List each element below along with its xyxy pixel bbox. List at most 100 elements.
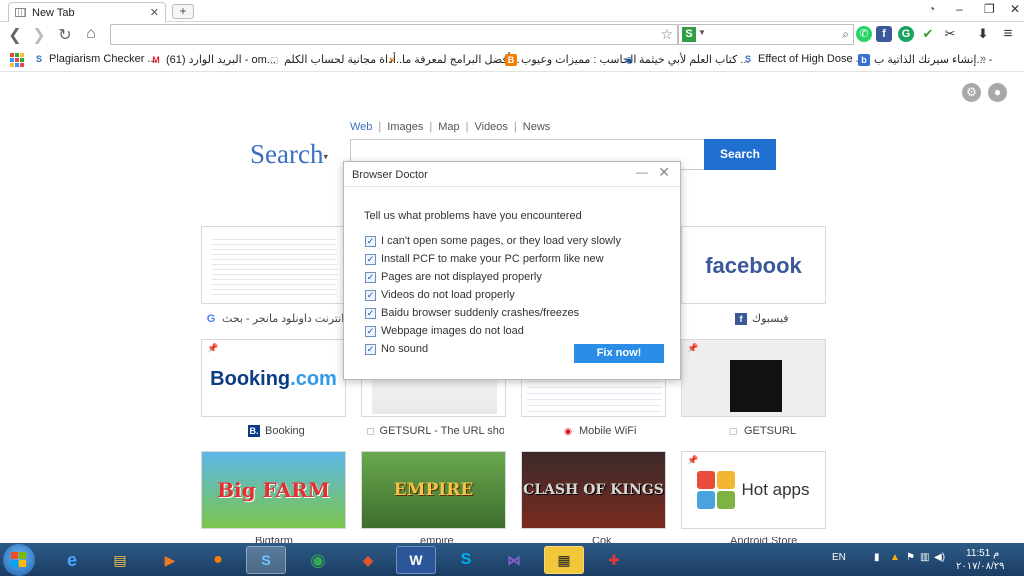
menu-icon[interactable]: ≡ bbox=[1000, 26, 1016, 42]
search-engine-icon[interactable]: S bbox=[682, 27, 696, 42]
search-logo[interactable]: Search▾ bbox=[250, 139, 328, 170]
checkbox[interactable]: ✓ bbox=[365, 289, 376, 301]
bookmark-item[interactable]: S Plagiarism Checker ... bbox=[33, 53, 157, 65]
internet-explorer-icon[interactable]: e bbox=[52, 546, 92, 574]
tab-news[interactable]: News bbox=[523, 121, 551, 133]
battery-icon[interactable]: ▮ bbox=[874, 552, 880, 563]
speed-dial-tile[interactable]: EMPIRE bbox=[361, 451, 506, 529]
tray-app-icon[interactable]: ▲ bbox=[890, 552, 900, 563]
app-icon[interactable]: ◆ bbox=[348, 546, 388, 574]
chevron-down-icon[interactable]: ▼ bbox=[698, 28, 706, 37]
forward-button[interactable]: ❯ bbox=[30, 25, 48, 45]
search-button[interactable]: Search bbox=[704, 139, 776, 170]
user-account-icon[interactable]: ● bbox=[988, 83, 1007, 102]
tab-images[interactable]: Images bbox=[387, 121, 423, 133]
chrome-icon[interactable]: ◉ bbox=[298, 546, 338, 574]
close-window-button[interactable]: ✕ bbox=[1010, 2, 1020, 16]
skype-icon[interactable]: S bbox=[446, 546, 486, 574]
checkmark-extension-icon[interactable]: ✔ bbox=[920, 26, 936, 42]
restore-window-button[interactable]: ❐ bbox=[984, 2, 995, 16]
checkbox[interactable]: ✓ bbox=[365, 235, 376, 247]
problem-option[interactable]: ✓ Pages are not displayed properly bbox=[365, 271, 542, 283]
speed-dial-tile[interactable]: facebook bbox=[681, 226, 826, 304]
settings-gear-icon[interactable]: ⚙ bbox=[962, 83, 981, 102]
file-explorer-icon[interactable]: ▤ bbox=[100, 546, 140, 574]
title-bar: New Tab ✕ + ‒ ❐ ✕ ◔ bbox=[0, 0, 1024, 22]
download-icon[interactable]: ⬇ bbox=[975, 26, 991, 42]
back-button[interactable]: ❮ bbox=[6, 25, 24, 45]
search-icon[interactable]: ⌕ bbox=[842, 27, 849, 42]
chevron-down-icon[interactable]: ▾ bbox=[323, 151, 328, 161]
tab-map[interactable]: Map bbox=[438, 121, 459, 133]
word-icon[interactable]: W bbox=[396, 546, 436, 574]
problem-option[interactable]: ✓ Install PCF to make your PC perform li… bbox=[365, 253, 604, 265]
whatsapp-icon[interactable]: ✆ bbox=[856, 26, 872, 42]
problem-option[interactable]: ✓ Webpage images do not load bbox=[365, 325, 524, 337]
home-button[interactable]: ⌂ bbox=[82, 25, 100, 43]
address-bar[interactable]: ☆ bbox=[110, 24, 678, 45]
close-icon[interactable]: ✕ bbox=[658, 164, 670, 181]
problem-option[interactable]: ✓ No sound bbox=[365, 343, 428, 355]
profile-icon[interactable]: ◔ bbox=[928, 2, 935, 16]
baidu-browser-icon[interactable]: S bbox=[246, 546, 286, 574]
tile-caption[interactable]: ▢ GETSURL - The URL shorten... bbox=[366, 425, 504, 437]
checkbox[interactable]: ✓ bbox=[365, 253, 376, 265]
speed-dial-tile[interactable]: 📌 bbox=[681, 339, 826, 417]
clock-time[interactable]: 11:51 م bbox=[966, 548, 999, 559]
search-type-tabs: Web | Images | Map | Videos | News bbox=[350, 121, 551, 133]
problem-option[interactable]: ✓ Videos do not load properly bbox=[365, 289, 515, 301]
scissors-icon[interactable]: ✂ bbox=[942, 26, 958, 42]
bookmark-item[interactable]: ✕ أفضل البرامج لمعرفة ما... bbox=[386, 53, 520, 66]
tab-videos[interactable]: Videos bbox=[474, 121, 507, 133]
clock-date[interactable]: ٢٠١٧/٠٨/٢٩ bbox=[956, 561, 1005, 572]
health-app-icon[interactable]: ✚ bbox=[594, 546, 634, 574]
speed-dial-tile[interactable]: 📌 Booking.com bbox=[201, 339, 346, 417]
bookmark-item[interactable]: S Effect of High Dose ... bbox=[742, 53, 865, 65]
speed-dial-tile[interactable]: Big FARM bbox=[201, 451, 346, 529]
volume-icon[interactable]: ◀) bbox=[934, 552, 945, 563]
grammarly-icon[interactable]: G bbox=[898, 26, 914, 42]
bookmarks-bar: S Plagiarism Checker ... M البريد الوارد… bbox=[0, 48, 1024, 72]
bookmark-item[interactable]: M البريد الوارد (61) - om... bbox=[150, 53, 276, 66]
video-app-icon[interactable]: ▦ bbox=[544, 546, 584, 574]
checkbox[interactable]: ✓ bbox=[365, 325, 376, 337]
divider bbox=[344, 186, 680, 187]
checkbox[interactable]: ✓ bbox=[365, 307, 376, 319]
fix-now-button[interactable]: Fix now! bbox=[574, 344, 664, 363]
minimize-window-button[interactable]: ‒ bbox=[956, 2, 963, 16]
problem-option[interactable]: ✓ I can't open some pages, or they load … bbox=[365, 235, 621, 247]
bookmark-item[interactable]: ▢ أداة مجانية لحساب الكلم... bbox=[268, 53, 405, 66]
flag-icon[interactable]: ⚑ bbox=[906, 552, 915, 563]
firefox-icon[interactable]: ● bbox=[198, 546, 238, 574]
tile-caption[interactable]: ◉ Mobile WiFi bbox=[562, 425, 636, 437]
checkbox[interactable]: ✓ bbox=[365, 343, 376, 355]
tab-close-icon[interactable]: ✕ bbox=[150, 6, 159, 19]
tile-caption[interactable]: f فيسبوك bbox=[735, 312, 788, 325]
bookmarks-overflow-button[interactable]: » bbox=[980, 53, 986, 65]
problem-option[interactable]: ✓ Baidu browser suddenly crashes/freezes bbox=[365, 307, 579, 319]
speed-dial-tile[interactable] bbox=[201, 226, 346, 304]
speed-dial-tile[interactable]: CLASH OF KINGS bbox=[521, 451, 666, 529]
reload-button[interactable]: ↻ bbox=[56, 25, 74, 45]
apps-button[interactable] bbox=[10, 53, 24, 67]
tile-caption[interactable]: ▢ GETSURL bbox=[727, 425, 796, 437]
vodafone-icon: ◉ bbox=[562, 425, 574, 437]
tile-caption[interactable]: B. Booking bbox=[248, 425, 305, 437]
speed-dial-tile[interactable]: 📌 Hot apps bbox=[681, 451, 826, 529]
media-player-icon[interactable]: ▶ bbox=[150, 546, 190, 574]
network-icon[interactable]: ▥ bbox=[920, 552, 929, 563]
pin-icon[interactable]: 📌 bbox=[687, 343, 698, 354]
checkbox[interactable]: ✓ bbox=[365, 271, 376, 283]
language-indicator[interactable]: EN bbox=[832, 552, 846, 563]
visual-studio-icon[interactable]: ⋈ bbox=[494, 546, 534, 574]
minimize-icon[interactable]: — bbox=[636, 165, 648, 179]
start-button[interactable] bbox=[3, 544, 35, 576]
bookmark-star-icon[interactable]: ☆ bbox=[660, 26, 673, 43]
facebook-icon[interactable]: f bbox=[876, 26, 892, 42]
bookmark-item[interactable]: ◉ كتاب العلم لأبي خيثمة ... bbox=[623, 53, 749, 66]
new-tab-button[interactable]: + bbox=[172, 4, 194, 19]
bookmark-item[interactable]: b إنشاء سيرتك الذاتية ب... - bbox=[858, 53, 992, 66]
tab-new-tab[interactable]: New Tab ✕ bbox=[8, 2, 166, 22]
tab-web[interactable]: Web bbox=[350, 121, 372, 133]
toolbar-search-box[interactable]: S ▼ ⌕ bbox=[678, 24, 854, 45]
